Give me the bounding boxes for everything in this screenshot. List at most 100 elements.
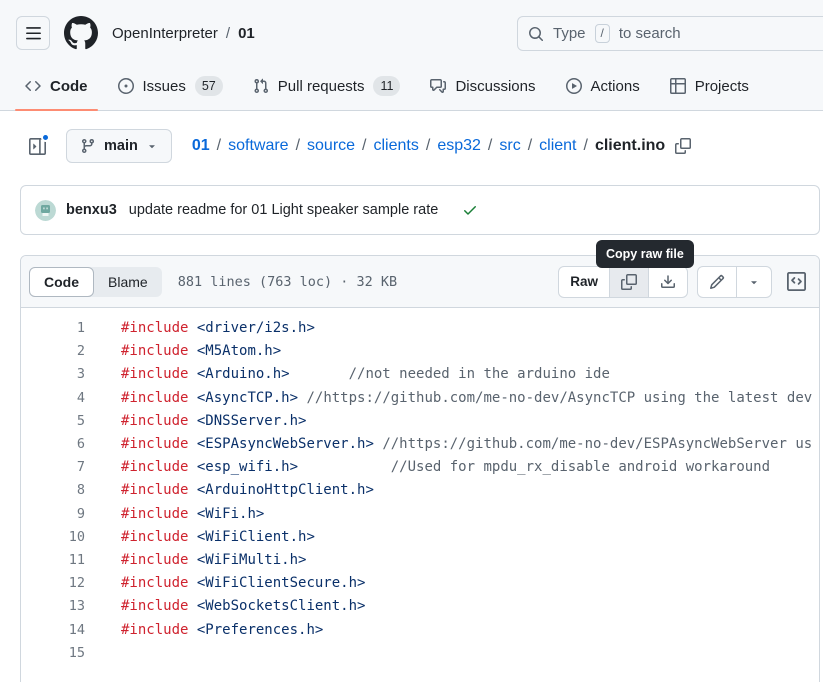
search-input[interactable]: Type / to search: [517, 16, 823, 51]
breadcrumb-link[interactable]: source: [307, 137, 355, 155]
file-tree-toggle-button[interactable]: [20, 129, 54, 163]
commit-author-link[interactable]: benxu3: [66, 202, 117, 218]
copy-raw-button[interactable]: [609, 267, 648, 297]
tab-actions[interactable]: Actions: [556, 62, 650, 110]
line-number[interactable]: 11: [21, 549, 85, 572]
breadcrumb-link[interactable]: client: [539, 137, 576, 155]
line-number[interactable]: 9: [21, 503, 85, 526]
breadcrumb-link[interactable]: clients: [374, 137, 419, 155]
code-line: 15: [21, 642, 819, 665]
triangle-down-icon: [748, 276, 760, 288]
hamburger-icon: [25, 25, 42, 42]
github-logo-icon[interactable]: [64, 16, 98, 50]
raw-button-group: Raw: [558, 266, 688, 298]
code-view-button[interactable]: Code: [29, 267, 94, 297]
issue-opened-icon: [118, 78, 134, 94]
table-icon: [670, 78, 686, 94]
edit-file-button[interactable]: [698, 267, 736, 297]
blame-view-button[interactable]: Blame: [94, 267, 162, 297]
file-path-breadcrumb: 01 / software / source / clients / esp32…: [192, 137, 691, 155]
edit-button-group: [697, 266, 772, 298]
copy-path-button[interactable]: [675, 138, 691, 154]
comment-discussion-icon: [430, 78, 446, 94]
file-toolbar: Code Blame 881 lines (763 loc) · 32 KB R…: [21, 256, 819, 308]
line-content: #include <WiFiClient.h>: [121, 526, 315, 549]
breadcrumb-link[interactable]: src: [499, 137, 520, 155]
line-content: #include <WiFiClientSecure.h>: [121, 572, 365, 595]
code-icon: [25, 78, 41, 94]
line-content: #include <Preferences.h>: [121, 619, 323, 642]
tab-code[interactable]: Code: [15, 62, 98, 110]
line-number[interactable]: 5: [21, 410, 85, 433]
code-line: 3 #include <Arduino.h> //not needed in th…: [21, 363, 819, 386]
line-number[interactable]: 14: [21, 619, 85, 642]
avatar[interactable]: [35, 200, 56, 221]
tab-projects[interactable]: Projects: [660, 62, 759, 110]
code-line: 10 #include <WiFiClient.h>: [21, 526, 819, 549]
code-line: 14 #include <Preferences.h>: [21, 619, 819, 642]
commit-message-link[interactable]: update readme for 01 Light speaker sampl…: [129, 202, 439, 218]
play-icon: [566, 78, 582, 94]
line-content: #include <Arduino.h> //not needed in the…: [121, 363, 610, 386]
line-number[interactable]: 6: [21, 433, 85, 456]
file-nav-row: main 01 / software / source / clients / …: [20, 129, 803, 163]
org-link[interactable]: OpenInterpreter: [112, 25, 218, 42]
breadcrumb-link[interactable]: esp32: [437, 137, 481, 155]
line-number[interactable]: 2: [21, 340, 85, 363]
download-raw-button[interactable]: [648, 267, 687, 297]
hamburger-menu-button[interactable]: [16, 16, 50, 50]
download-icon: [660, 274, 676, 290]
latest-commit-bar[interactable]: benxu3 update readme for 01 Light speake…: [20, 185, 820, 235]
tab-discussions-label: Discussions: [455, 78, 535, 95]
line-content: #include <ArduinoHttpClient.h>: [121, 479, 374, 502]
git-pull-request-icon: [253, 78, 269, 94]
branch-selector-button[interactable]: main: [66, 129, 172, 163]
copy-raw-file-tooltip: Copy raw file: [596, 240, 694, 268]
line-number[interactable]: 1: [21, 317, 85, 340]
tab-issues[interactable]: Issues 57: [108, 62, 233, 110]
tab-pull-requests[interactable]: Pull requests 11: [243, 62, 411, 110]
edit-dropdown-button[interactable]: [736, 267, 771, 297]
symbols-pane-button[interactable]: [781, 267, 811, 297]
breadcrumb-repo-link[interactable]: 01: [192, 137, 210, 155]
line-number[interactable]: 15: [21, 642, 85, 665]
code-viewer[interactable]: 1#include <driver/i2s.h>2#include <M5Ato…: [21, 308, 819, 682]
code-square-icon: [787, 272, 806, 291]
line-content: #include <AsyncTCP.h> //https://github.c…: [121, 387, 812, 410]
raw-button[interactable]: Raw: [559, 267, 609, 297]
line-number[interactable]: 12: [21, 572, 85, 595]
tab-projects-label: Projects: [695, 78, 749, 95]
search-placeholder-prefix: Type: [553, 25, 586, 42]
notification-dot: [41, 133, 50, 142]
line-content: #include <ESPAsyncWebServer.h> //https:/…: [121, 433, 812, 456]
code-line: 5#include <DNSServer.h>: [21, 410, 819, 433]
code-blame-toggle: Code Blame: [29, 267, 162, 297]
chevron-down-icon: [146, 140, 158, 152]
copy-icon: [621, 274, 637, 290]
tab-pull-requests-label: Pull requests: [278, 78, 365, 95]
checks-status-icon[interactable]: [462, 202, 478, 218]
line-number[interactable]: 4: [21, 387, 85, 410]
tab-discussions[interactable]: Discussions: [420, 62, 545, 110]
breadcrumb-link[interactable]: software: [228, 137, 288, 155]
top-bar: OpenInterpreter / 01 Type / to search Co…: [0, 0, 823, 111]
line-number[interactable]: 7: [21, 456, 85, 479]
repo-link[interactable]: 01: [238, 25, 255, 42]
line-number[interactable]: 3: [21, 363, 85, 386]
tab-issues-label: Issues: [143, 78, 186, 95]
code-line: 6 #include <ESPAsyncWebServer.h> //https:…: [21, 433, 819, 456]
code-line: 13#include <WebSocketsClient.h>: [21, 595, 819, 618]
line-content: #include <esp_wifi.h> //Used for mpdu_rx…: [121, 456, 770, 479]
line-number[interactable]: 10: [21, 526, 85, 549]
repo-nav-tabs: Code Issues 57 Pull requests 11 Discussi…: [0, 62, 823, 110]
line-number[interactable]: 13: [21, 595, 85, 618]
path-separator: /: [362, 137, 366, 155]
search-placeholder-suffix: to search: [619, 25, 681, 42]
code-line: 11#include <WiFiMulti.h>: [21, 549, 819, 572]
path-separator: /: [584, 137, 588, 155]
code-line: 1#include <driver/i2s.h>: [21, 317, 819, 340]
line-number[interactable]: 8: [21, 479, 85, 502]
path-separator: /: [296, 137, 300, 155]
header-row: OpenInterpreter / 01 Type / to search: [0, 0, 823, 62]
path-separator: /: [488, 137, 492, 155]
